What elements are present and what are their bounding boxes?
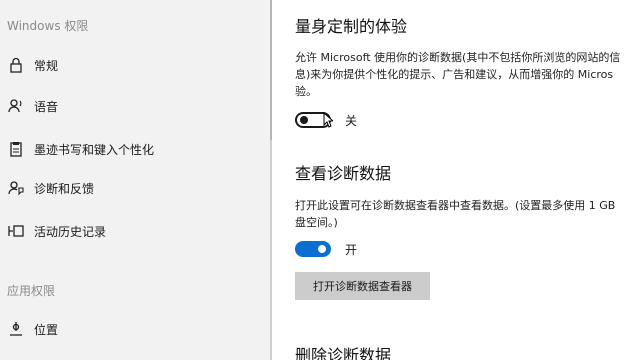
main-content: 量身定制的体验 允许 Microsoft 使用你的诊断数据(其中不包括你所浏览的… <box>272 0 640 360</box>
section-heading-tailored-experiences: 量身定制的体验 <box>295 17 408 36</box>
clipboard-icon <box>6 139 26 159</box>
sidebar-item-label: 常规 <box>34 58 59 73</box>
tailored-description-line1: 允许 Microsoft 使用你的诊断数据(其中不包括你所浏览的网站的信 <box>295 51 621 64</box>
sidebar-item-label: 语音 <box>34 99 59 114</box>
sidebar-item-label: 活动历史记录 <box>34 224 107 239</box>
view-diagnostic-data-toggle[interactable] <box>295 241 331 257</box>
tailored-description-line3: 验。 <box>295 85 317 98</box>
viewer-description-line1: 打开此设置可在诊断数据查看器中查看数据。(设置最多使用 1 GB <box>295 199 616 212</box>
section-header-windows-permissions: Windows 权限 <box>7 19 89 33</box>
sidebar-item-label: 位置 <box>34 322 59 337</box>
sidebar-item-diagnostics-feedback[interactable]: 诊断和反馈 <box>0 171 270 205</box>
toggle-knob <box>318 245 326 253</box>
location-icon <box>6 319 26 339</box>
sidebar-item-speech[interactable]: 语音 <box>0 89 270 123</box>
activity-history-icon <box>6 221 26 241</box>
section-header-app-permissions: 应用权限 <box>7 284 56 298</box>
sidebar-item-general[interactable]: 常规 <box>0 48 270 82</box>
toggle-state-label: 关 <box>345 113 358 128</box>
sidebar: Windows 权限 常规 语音 墨迹书写和键入个性化 诊断和反馈 活动历史记录… <box>0 0 270 360</box>
lock-icon <box>6 55 26 75</box>
toggle-knob <box>300 116 308 124</box>
toggle-state-label: 开 <box>345 242 358 257</box>
settings-window: Windows 权限 常规 语音 墨迹书写和键入个性化 诊断和反馈 活动历史记录… <box>0 0 640 360</box>
section-heading-delete-diagnostic-data: 删除诊断数据 <box>295 346 392 360</box>
sidebar-item-label: 诊断和反馈 <box>34 181 95 196</box>
mouse-cursor-icon <box>323 112 333 128</box>
sidebar-item-activity-history[interactable]: 活动历史记录 <box>0 214 270 248</box>
sidebar-item-location[interactable]: 位置 <box>0 312 270 346</box>
speech-icon <box>6 96 26 116</box>
viewer-toggle-row: 开 <box>295 239 357 259</box>
open-diagnostic-data-viewer-button[interactable]: 打开诊断数据查看器 <box>295 272 430 300</box>
sidebar-item-inking-typing[interactable]: 墨迹书写和键入个性化 <box>0 132 270 166</box>
sidebar-item-label: 墨迹书写和键入个性化 <box>34 142 155 157</box>
viewer-description-line2: 盘空间。) <box>295 216 338 229</box>
tailored-description-line2: 息)来为你提供个性化的提示、广告和建议，从而增强你的 Micros <box>295 68 614 81</box>
section-heading-view-diagnostic-data: 查看诊断数据 <box>295 164 392 183</box>
feedback-icon <box>6 178 26 198</box>
